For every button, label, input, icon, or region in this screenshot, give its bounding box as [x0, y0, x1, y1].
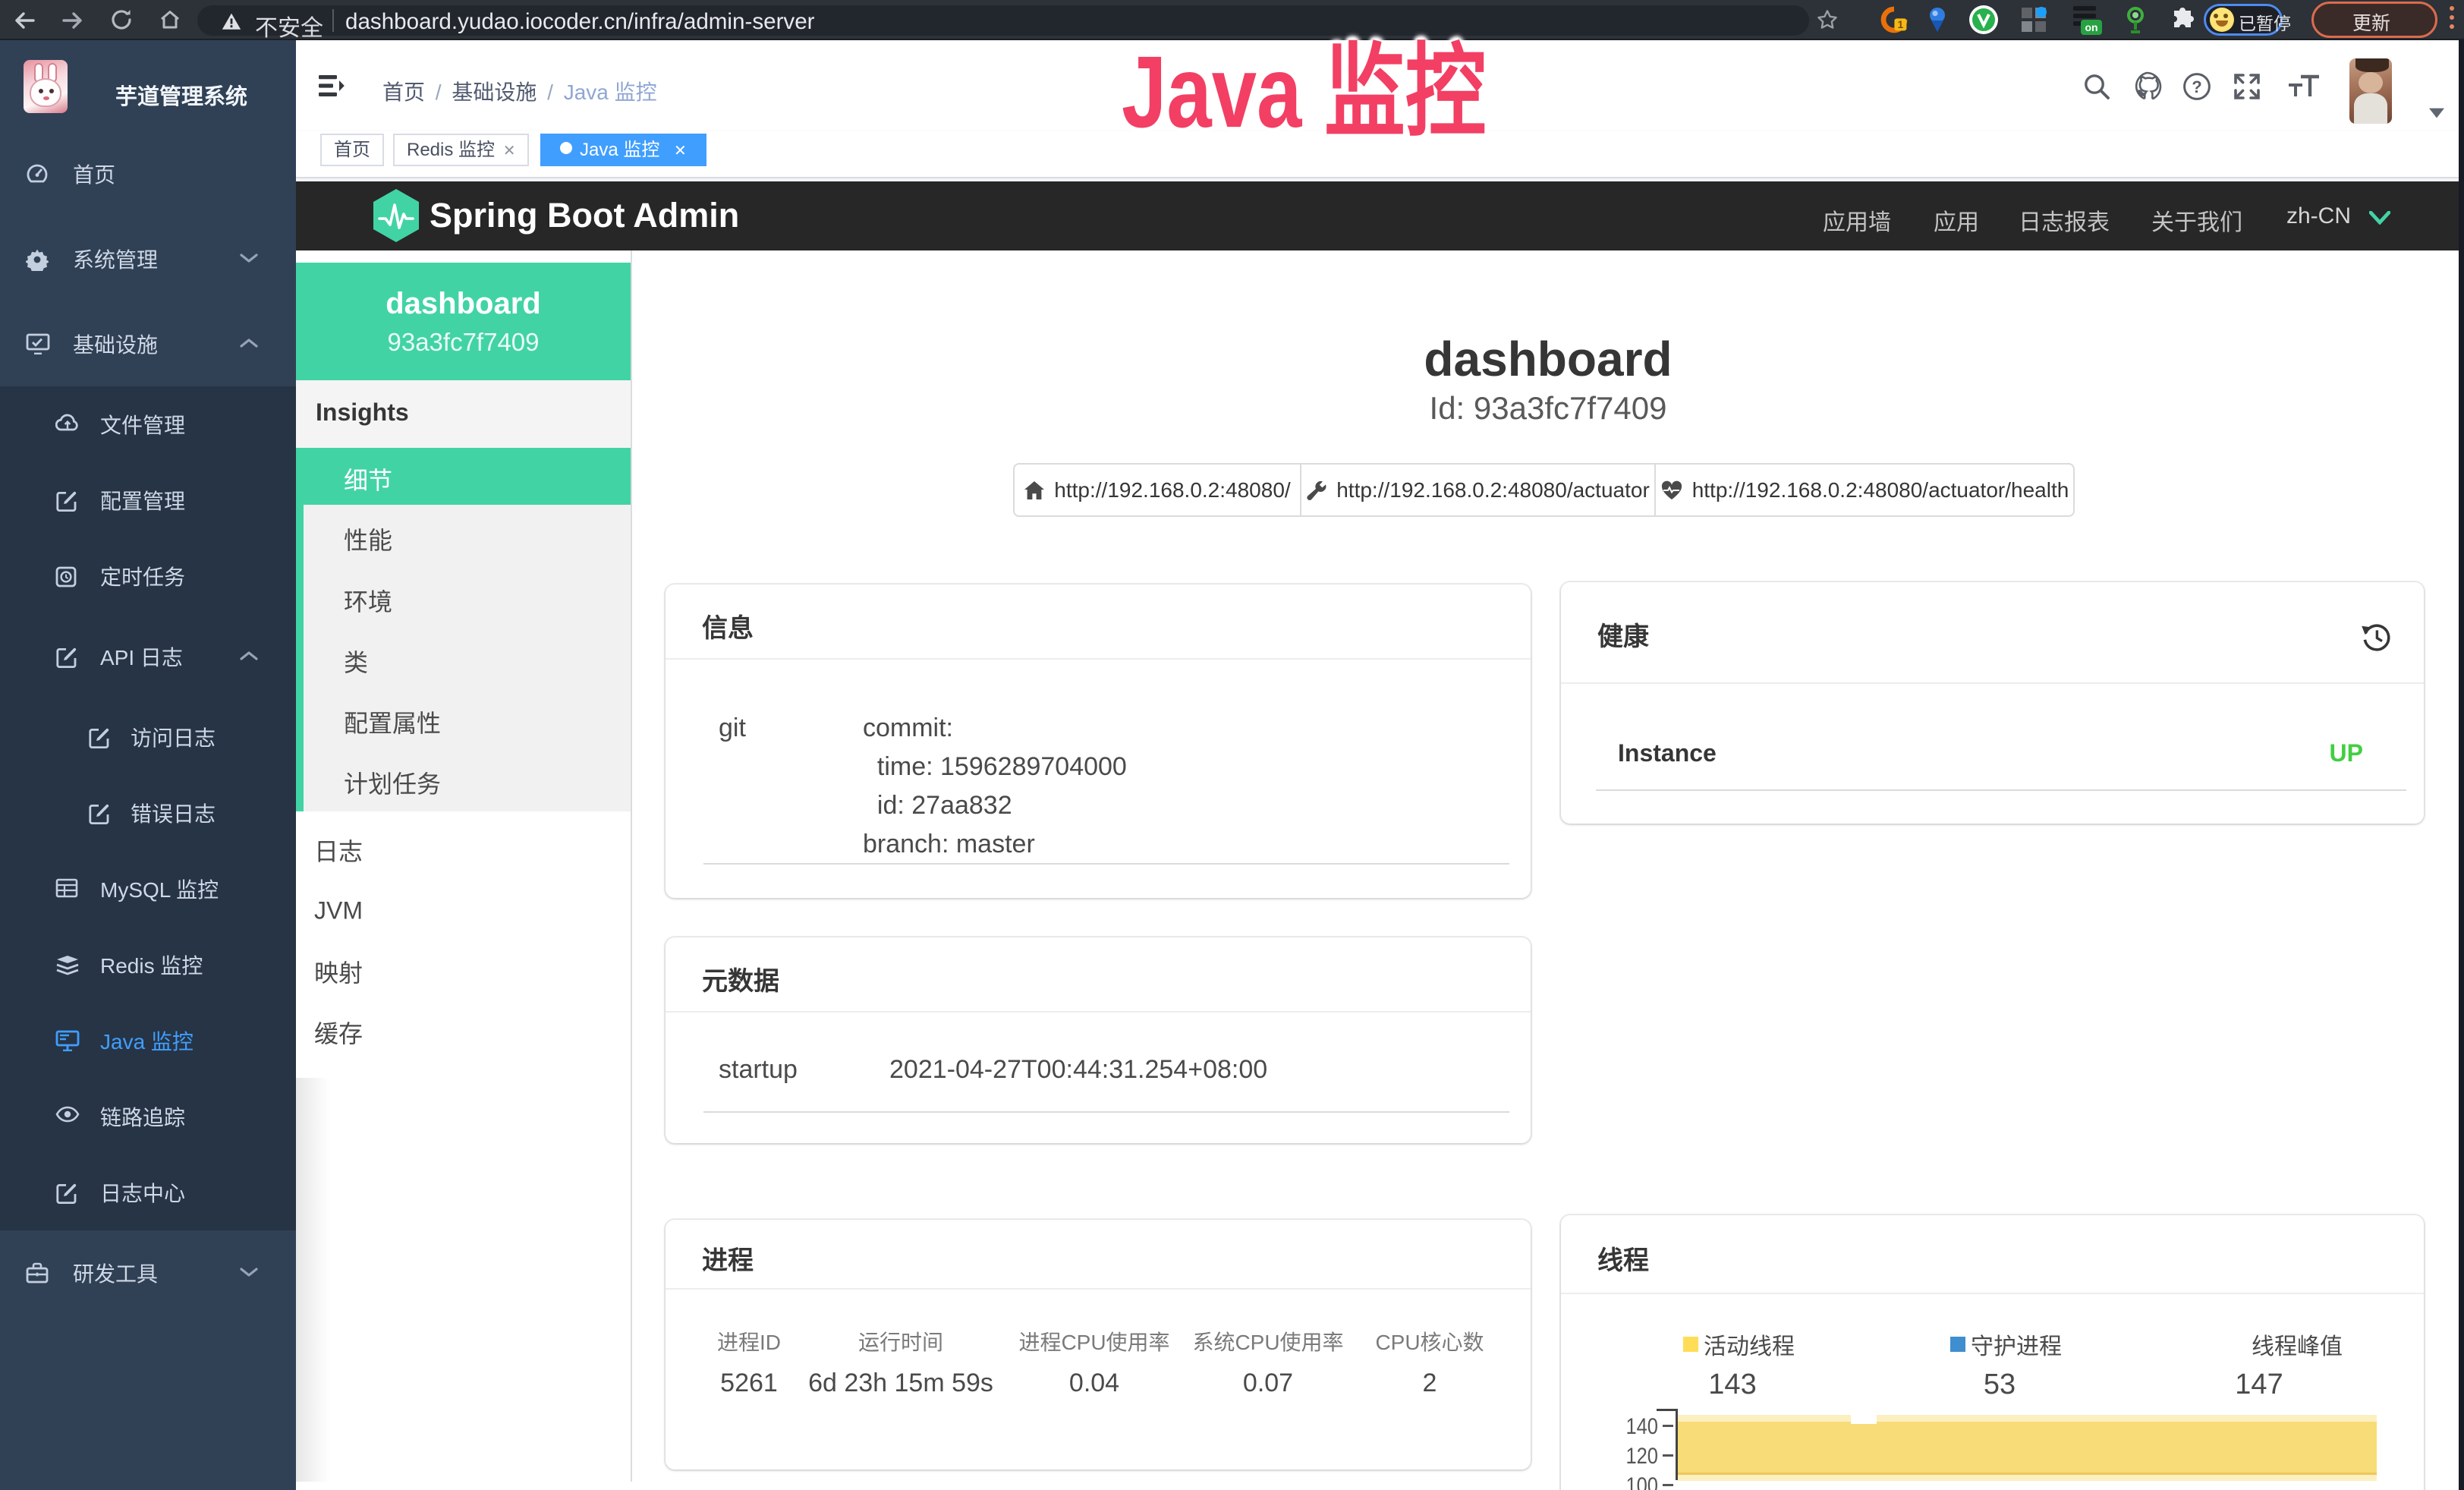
svg-text:?: ? — [2192, 77, 2201, 96]
svg-text:on: on — [2085, 21, 2097, 33]
svg-text:1: 1 — [1898, 18, 1904, 30]
